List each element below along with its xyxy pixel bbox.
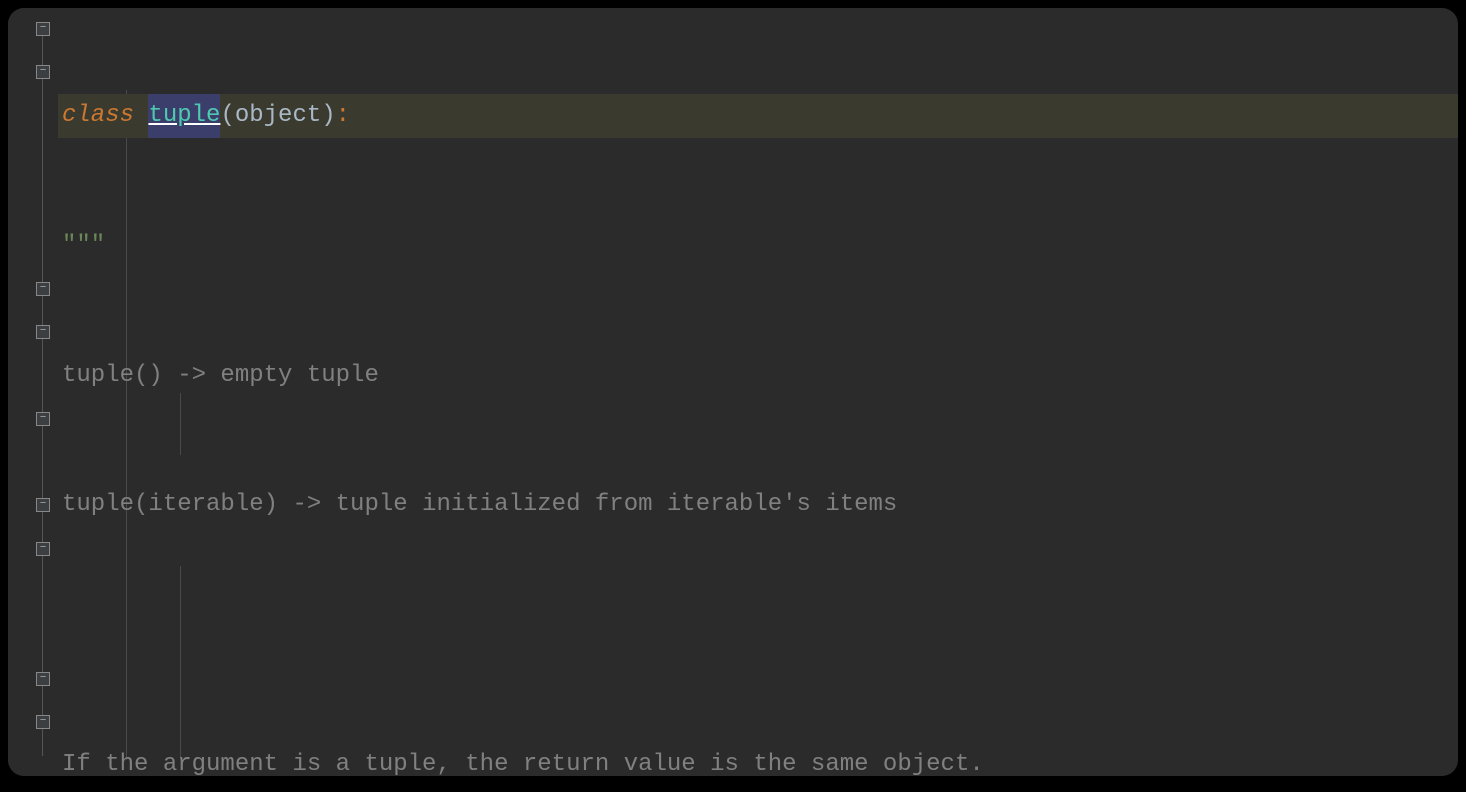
fold-toggle-icon[interactable]: − [36,498,50,512]
code-area[interactable]: class tuple(object): """ tuple() -> empt… [58,8,1458,776]
code-line[interactable]: tuple() -> empty tuple [58,354,1458,397]
fold-toggle-icon[interactable]: − [36,282,50,296]
lparen: ( [220,94,234,137]
docstring-text: tuple(iterable) -> tuple initialized fro… [62,483,897,526]
docstring-text: tuple() -> empty tuple [62,354,379,397]
code-line[interactable]: class tuple(object): [58,94,1458,137]
base-class: object [235,94,321,137]
fold-toggle-icon[interactable]: − [36,412,50,426]
fold-toggle-icon[interactable]: − [36,715,50,729]
keyword-class: class [62,94,148,137]
colon: : [336,94,350,137]
class-name: tuple [148,94,220,137]
code-line[interactable] [58,613,1458,656]
fold-toggle-icon[interactable]: − [36,65,50,79]
rparen: ) [321,94,335,137]
fold-toggle-icon[interactable]: − [36,325,50,339]
fold-toggle-icon[interactable]: − [36,542,50,556]
gutter: − − − − − − − − − [8,8,58,776]
fold-guide [42,36,43,756]
docstring-quote: """ [62,224,105,267]
docstring-text: If the argument is a tuple, the return v… [62,743,984,776]
code-editor: − − − − − − − − − class tuple(object): """ tuple… [8,8,1458,776]
code-line[interactable]: tuple(iterable) -> tuple initialized fro… [58,483,1458,526]
fold-toggle-icon[interactable]: − [36,672,50,686]
fold-toggle-icon[interactable]: − [36,22,50,36]
code-line[interactable]: """ [58,224,1458,267]
code-line[interactable]: If the argument is a tuple, the return v… [58,743,1458,776]
